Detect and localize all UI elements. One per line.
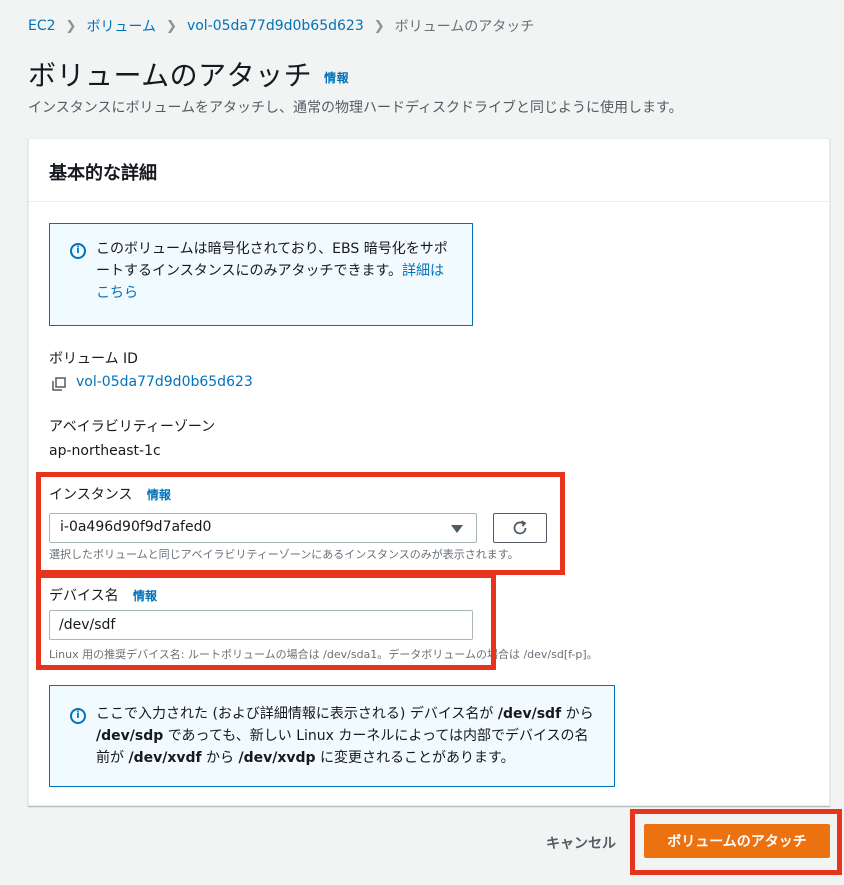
device-name-input[interactable] — [49, 610, 473, 640]
page-title: ボリュームのアタッチ 情報 — [28, 54, 349, 94]
attach-volume-button[interactable]: ボリュームのアタッチ — [644, 824, 830, 858]
chevron-right-icon: ❯ — [166, 18, 177, 34]
device-info-link[interactable]: 情報 — [133, 589, 157, 603]
chevron-right-icon: ❯ — [373, 18, 385, 34]
breadcrumb: EC2 ❯ ボリューム ❯ vol-05da77d9d0b65d623 ❯ ボリ… — [28, 16, 534, 36]
info-icon: i — [70, 243, 86, 259]
device-name-label: デバイス名 情報 — [49, 585, 157, 605]
device-alert-bold-2: /dev/sdp — [96, 728, 164, 744]
chevron-right-icon: ❯ — [65, 18, 77, 34]
instance-info-link[interactable]: 情報 — [147, 488, 171, 502]
volume-id-label: ボリューム ID — [49, 351, 138, 367]
panel-title: 基本的な詳細 — [49, 163, 157, 184]
device-alert-bold-3: /dev/xvdf — [128, 750, 202, 766]
instance-label-text: インスタンス — [49, 487, 133, 503]
breadcrumb-current: ボリュームのアタッチ — [394, 19, 535, 35]
instance-label: インスタンス 情報 — [49, 484, 171, 504]
breadcrumb-ec2[interactable]: EC2 — [28, 18, 56, 34]
title-info-link[interactable]: 情報 — [324, 71, 349, 85]
basic-details-panel: 基本的な詳細 i このボリュームは暗号化されており、EBS 暗号化をサポートする… — [28, 138, 830, 806]
device-alert-text-5: に変更されることがあります。 — [315, 750, 515, 766]
refresh-icon — [513, 520, 527, 535]
panel-header: 基本的な詳細 — [29, 139, 829, 202]
instance-select-value: i-0a496d90f9d7afed0 — [60, 519, 212, 535]
info-icon: i — [70, 708, 86, 724]
device-alert-bold-1: /dev/sdf — [497, 706, 562, 722]
device-alert-text-1: ここで入力された (および詳細情報に表示される) デバイス名が — [96, 706, 498, 722]
device-name-label-text: デバイス名 — [49, 588, 119, 604]
page-description: インスタンスにボリュームをアタッチし、通常の物理ハードディスクドライブと同じよう… — [28, 100, 683, 116]
breadcrumb-volume-id[interactable]: vol-05da77d9d0b65d623 — [187, 18, 364, 34]
instance-select[interactable]: i-0a496d90f9d7afed0 — [49, 513, 477, 543]
device-alert-bold-4: /dev/xvdp — [238, 750, 316, 766]
caret-down-icon — [451, 525, 463, 533]
availability-zone-label: アベイラビリティーゾーン — [49, 419, 216, 435]
refresh-button[interactable] — [493, 513, 547, 543]
cancel-button[interactable]: キャンセル — [546, 833, 616, 853]
device-name-alert: i ここで入力された (および詳細情報に表示される) デバイス名が /dev/s… — [49, 685, 615, 787]
availability-zone-value: ap-northeast-1c — [49, 443, 161, 459]
volume-id-link[interactable]: vol-05da77d9d0b65d623 — [76, 374, 253, 390]
device-alert-text-2: から — [561, 706, 594, 722]
device-alert-text-4: から — [201, 750, 239, 766]
page-title-text: ボリュームのアタッチ — [28, 59, 313, 92]
device-name-hint: Linux 用の推奨デバイス名: ルートボリュームの場合は /dev/sda1。… — [49, 648, 598, 661]
copy-icon[interactable] — [52, 377, 66, 391]
encryption-alert: i このボリュームは暗号化されており、EBS 暗号化をサポートするインスタンスに… — [49, 223, 473, 326]
instance-hint: 選択したボリュームと同じアベイラビリティーゾーンにあるインスタンスのみが表示され… — [49, 548, 519, 561]
encryption-alert-text: このボリュームは暗号化されており、EBS 暗号化をサポートするインスタンスにのみ… — [96, 241, 448, 279]
breadcrumb-volumes[interactable]: ボリューム — [86, 16, 156, 36]
